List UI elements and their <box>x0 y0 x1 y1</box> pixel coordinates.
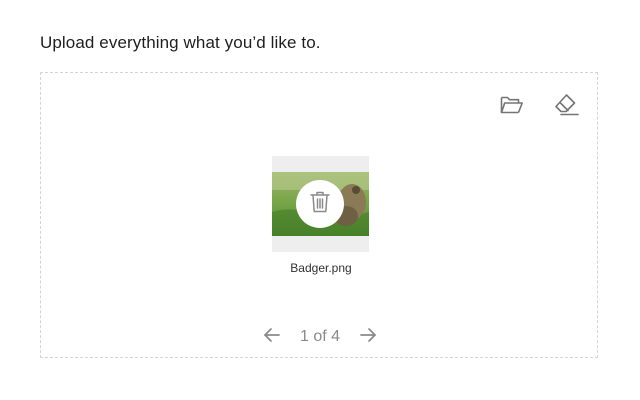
clear-all-button[interactable] <box>552 90 582 120</box>
trash-icon <box>309 190 331 219</box>
folder-open-icon <box>500 95 524 115</box>
eraser-icon <box>554 93 580 117</box>
upload-dropzone[interactable]: Badger.png 1 of 4 <box>40 72 598 358</box>
delete-file-button[interactable] <box>296 180 344 228</box>
pagination: 1 of 4 <box>41 325 599 349</box>
page-indicator: 1 of 4 <box>299 328 341 345</box>
arrow-left-icon <box>263 327 281 348</box>
file-preview-card[interactable] <box>272 156 369 252</box>
next-page-button[interactable] <box>356 325 380 349</box>
file-name-label: Badger.png <box>290 261 352 275</box>
arrow-right-icon <box>359 327 377 348</box>
browse-files-button[interactable] <box>497 90 527 120</box>
previous-page-button[interactable] <box>260 325 284 349</box>
upload-heading: Upload everything what you’d like to. <box>40 33 321 52</box>
